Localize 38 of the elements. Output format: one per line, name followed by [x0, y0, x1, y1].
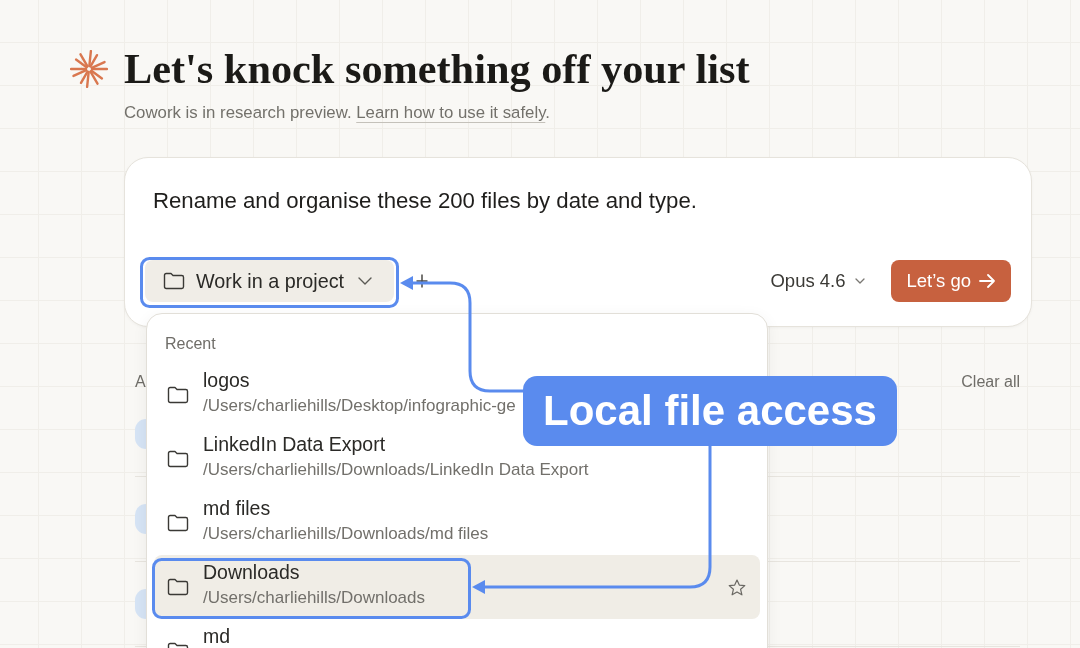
star-icon[interactable]	[728, 578, 746, 596]
submit-button[interactable]: Let’s go	[890, 260, 1011, 302]
project-name: LinkedIn Data Export	[203, 434, 387, 455]
avatar-icon	[135, 419, 146, 449]
folder-icon	[163, 272, 185, 290]
project-name: logos	[203, 370, 251, 391]
chevron-down-icon	[854, 278, 865, 284]
project-item[interactable]: md	[154, 619, 231, 648]
folder-icon	[167, 514, 189, 532]
project-path: /Users/charliehills/Desktop/infographic-ge	[203, 396, 516, 416]
preview-notice: Cowork is in research preview. Learn how to use it safely.	[124, 102, 550, 124]
project-item[interactable]: Downloads /Users/charliehills/Downloads	[154, 555, 760, 619]
project-item[interactable]: logos /Users/charliehills/Desktop/infographic-ge	[154, 363, 516, 427]
project-button[interactable]: Work in a project	[145, 260, 395, 302]
clear-all-button[interactable]: Clear all	[961, 373, 1020, 391]
avatar-icon	[135, 589, 146, 619]
model-selector[interactable]: Opus 4.6	[770, 270, 865, 292]
project-path: /Users/charliehills/Downloads/LinkedIn Data Export	[203, 460, 589, 480]
safety-link[interactable]: Learn how to use it safely	[356, 103, 546, 122]
chevron-down-icon	[358, 277, 373, 285]
folder-icon	[167, 578, 189, 596]
project-item[interactable]: md files /Users/charliehills/Downloads/md files	[154, 491, 489, 555]
folder-icon	[167, 450, 189, 468]
callout-label: Local file access	[523, 376, 897, 446]
project-name: md	[203, 626, 231, 647]
prompt-input[interactable]: Rename and organise these 200 files by date and type.	[145, 188, 1011, 214]
project-name: Downloads	[203, 562, 301, 583]
page-title: Let's knock something off your list	[124, 44, 750, 94]
folder-icon	[167, 386, 189, 404]
project-path: /Users/charliehills/Downloads/md files	[203, 524, 489, 544]
arrow-right-icon	[979, 274, 995, 288]
project-path: /Users/charliehills/Downloads	[203, 588, 427, 608]
task-list-heading: A	[135, 372, 146, 392]
avatar-icon	[135, 504, 146, 534]
plus-icon[interactable]	[416, 274, 429, 288]
menu-heading: Recent	[164, 334, 217, 354]
asterisk-logo-icon	[70, 50, 108, 88]
project-name: md files	[203, 498, 272, 519]
